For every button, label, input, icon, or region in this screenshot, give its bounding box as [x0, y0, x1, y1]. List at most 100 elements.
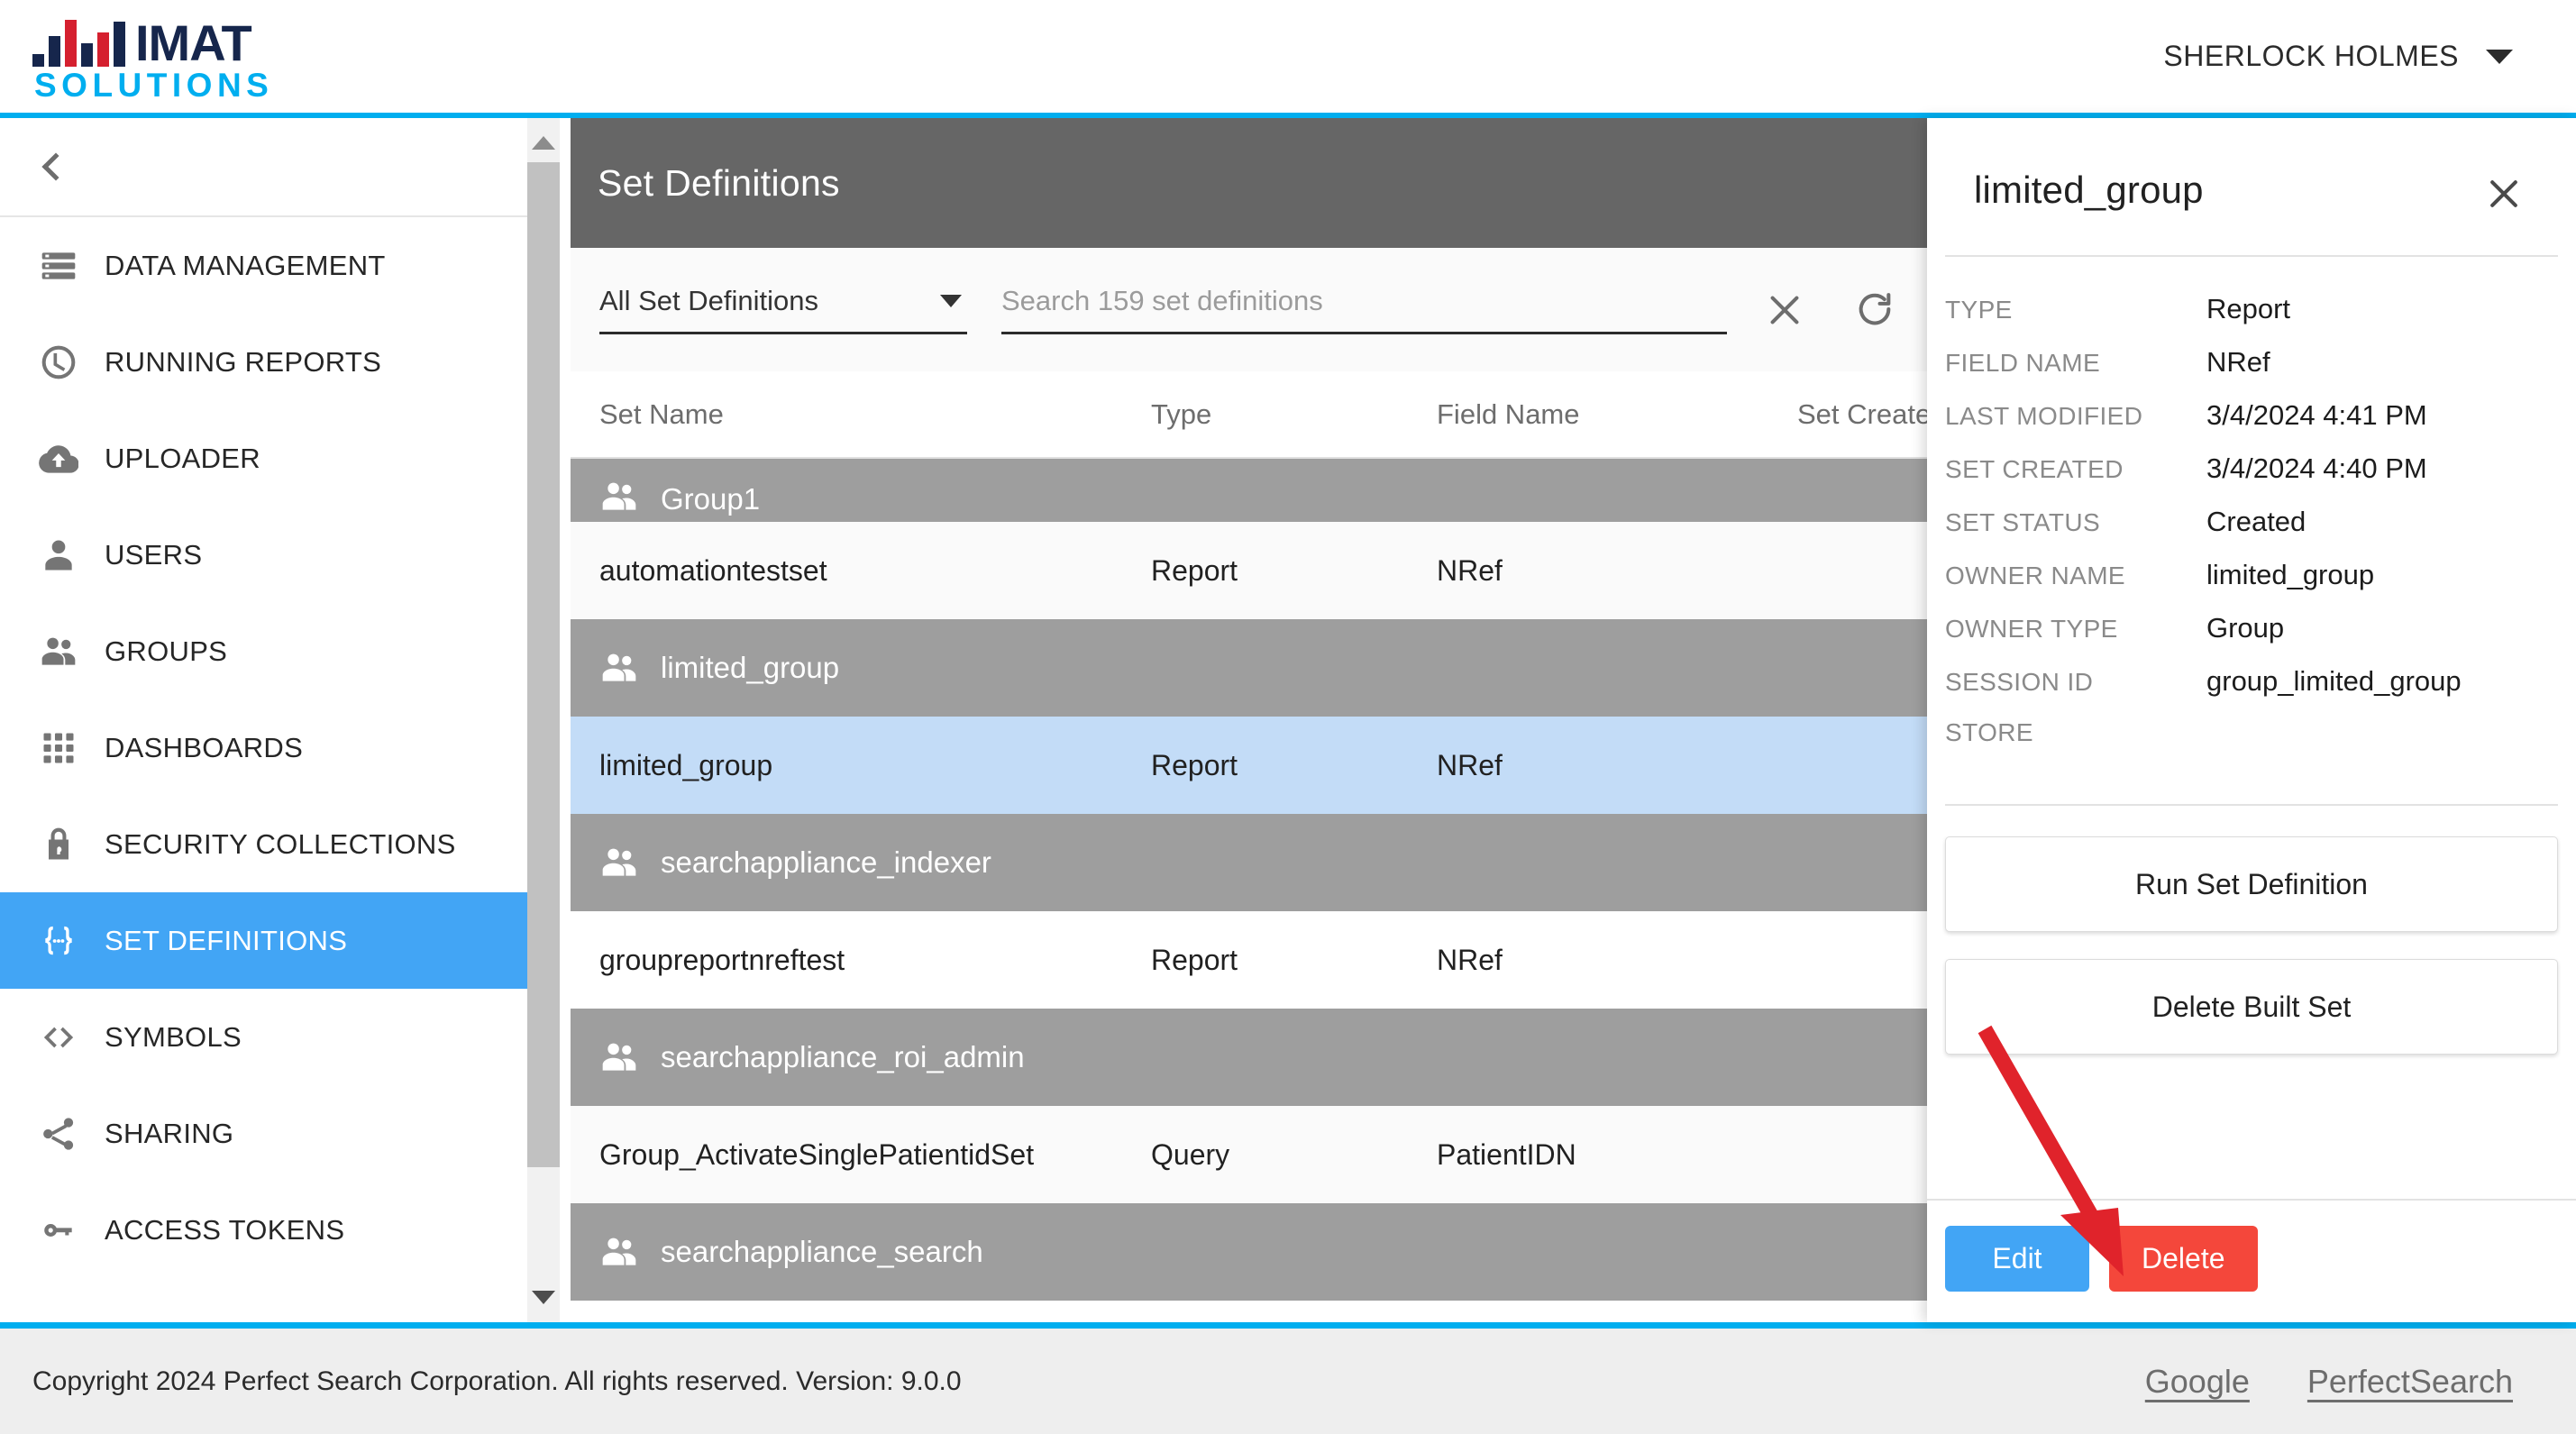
sidebar-item-sharing[interactable]: SHARING — [0, 1085, 571, 1182]
group-row-label: searchappliance_roi_admin — [661, 1040, 1025, 1073]
sidebar-item-uploader[interactable]: UPLOADER — [0, 410, 571, 507]
key-icon — [32, 1204, 85, 1256]
detail-field-owner-type: OWNER TYPE Group — [1945, 612, 2558, 665]
main-content: Set Definitions ? All Set Definitions — [571, 118, 2576, 1322]
sidebar-item-label: SET DEFINITIONS — [105, 924, 348, 956]
column-header-type: Type — [1151, 397, 1212, 430]
sidebar-item-label: GROUPS — [105, 635, 228, 667]
close-x-icon[interactable] — [2479, 169, 2529, 219]
run-set-definition-button[interactable]: Run Set Definition — [1945, 836, 2558, 932]
sidebar-item-access-tokens[interactable]: ACCESS TOKENS — [0, 1182, 571, 1278]
detail-field-value: Report — [2206, 293, 2291, 324]
logo-bars-icon — [32, 11, 130, 67]
sidebar-item-dashboards[interactable]: DASHBOARDS — [0, 699, 571, 796]
search-input[interactable] — [1001, 285, 1727, 317]
footer-link-perfectsearch[interactable]: PerfectSearch — [2307, 1363, 2513, 1401]
group-row-label: searchappliance_indexer — [661, 845, 991, 879]
detail-footer-actions: Edit Delete — [1927, 1199, 2576, 1322]
detail-field-value: Created — [2206, 506, 2307, 537]
set-definition-detail-panel: limited_group TYPE Report FIELD NAME NRe… — [1927, 118, 2576, 1322]
sidebar-scrollbar[interactable] — [527, 118, 560, 1322]
cell-type: Report — [1151, 943, 1238, 976]
sidebar-item-groups[interactable]: GROUPS — [0, 603, 571, 699]
sidebar-item-label: SYMBOLS — [105, 1020, 242, 1053]
share-icon — [32, 1108, 85, 1160]
detail-field-key: FIELD NAME — [1945, 349, 2101, 377]
close-x-icon[interactable] — [1752, 278, 1817, 343]
detail-field-key: OWNER NAME — [1945, 562, 2125, 589]
group-row-label: limited_group — [661, 651, 840, 684]
application-window: IMAT SOLUTIONS SHERLOCK HOLMES DATA MANA… — [0, 0, 2576, 1434]
edit-button[interactable]: Edit — [1945, 1226, 2089, 1292]
page-title: Set Definitions — [598, 161, 840, 204]
detail-field-key: TYPE — [1945, 296, 2013, 324]
footer-link-google[interactable]: Google — [2145, 1363, 2250, 1401]
people-icon — [599, 843, 644, 882]
sidebar-item-running-reports[interactable]: RUNNING REPORTS — [0, 314, 571, 410]
sidebar-item-label: DATA MANAGEMENT — [105, 249, 386, 281]
refresh-icon[interactable] — [1842, 278, 1907, 343]
clock-icon — [32, 336, 85, 388]
person-icon — [32, 529, 85, 581]
sidebar-collapse-button[interactable] — [0, 118, 571, 217]
cell-set-name: automationtestset — [599, 553, 827, 587]
user-menu[interactable]: SHERLOCK HOLMES — [2163, 40, 2513, 73]
detail-action-buttons: Run Set Definition Delete Built Set — [1927, 806, 2576, 1082]
sidebar-item-label: USERS — [105, 538, 203, 571]
scrollbar-thumb[interactable] — [527, 162, 560, 1167]
sidebar-item-label: SECURITY COLLECTIONS — [105, 827, 456, 860]
detail-field-list: TYPE Report FIELD NAME NRef LAST MODIFIE… — [1927, 257, 2576, 772]
cell-set-name: limited_group — [599, 748, 773, 781]
code-brackets-icon — [32, 1011, 85, 1064]
logo-primary-text: IMAT — [135, 14, 252, 72]
detail-spacer — [1927, 1082, 2576, 1199]
cell-set-name: Group_ActivateSinglePatientidSet — [599, 1137, 1035, 1171]
body-area: DATA MANAGEMENT RUNNING REPORTS UPLOADER — [0, 118, 2576, 1322]
people-icon — [32, 626, 85, 678]
detail-field-owner-name: OWNER NAME limited_group — [1945, 559, 2558, 612]
cell-field-name: NRef — [1437, 748, 1503, 781]
delete-built-set-button[interactable]: Delete Built Set — [1945, 959, 2558, 1055]
chevron-down-icon — [2486, 49, 2513, 64]
detail-field-value: 3/4/2024 4:40 PM — [2206, 452, 2427, 484]
group-row-label: searchappliance_search — [661, 1235, 983, 1268]
copyright-text: Copyright 2024 Perfect Search Corporatio… — [32, 1365, 962, 1396]
footer-links: Google PerfectSearch — [2145, 1363, 2513, 1401]
group-row-label: Group1 — [661, 482, 761, 516]
set-definition-filter-select[interactable]: All Set Definitions — [599, 285, 967, 334]
scroll-up-arrow-icon[interactable] — [532, 136, 555, 150]
filter-selected-value: All Set Definitions — [599, 285, 818, 316]
sidebar-item-label: ACCESS TOKENS — [105, 1213, 345, 1246]
sidebar-item-label: DASHBOARDS — [105, 731, 304, 763]
sidebar-item-users[interactable]: USERS — [0, 507, 571, 603]
delete-button[interactable]: Delete — [2109, 1226, 2258, 1292]
search-field-wrapper — [1001, 285, 1727, 334]
sidebar-item-list: DATA MANAGEMENT RUNNING REPORTS UPLOADER — [0, 217, 571, 1322]
cell-field-name: NRef — [1437, 553, 1503, 587]
cell-type: Query — [1151, 1137, 1230, 1171]
detail-field-value: NRef — [2206, 346, 2270, 378]
braces-icon — [32, 915, 85, 967]
detail-panel-title: limited_group — [1974, 169, 2204, 211]
detail-field-value: group_limited_group — [2206, 665, 2462, 697]
sidebar-item-label: RUNNING REPORTS — [105, 345, 382, 378]
people-icon — [599, 1232, 644, 1272]
user-name-label: SHERLOCK HOLMES — [2163, 40, 2459, 72]
sidebar-item-label: UPLOADER — [105, 442, 260, 474]
detail-field-set-created: SET CREATED 3/4/2024 4:40 PM — [1945, 452, 2558, 506]
scroll-down-arrow-icon[interactable] — [532, 1291, 555, 1304]
sidebar-item-set-definitions[interactable]: SET DEFINITIONS — [0, 892, 571, 989]
imat-solutions-logo: IMAT SOLUTIONS — [32, 11, 273, 102]
sidebar-item-data-management[interactable]: DATA MANAGEMENT — [0, 217, 571, 314]
detail-field-key: SET STATUS — [1945, 508, 2101, 536]
detail-field-field-name: FIELD NAME NRef — [1945, 346, 2558, 399]
detail-field-value: Group — [2206, 612, 2285, 644]
detail-field-key: OWNER TYPE — [1945, 615, 2118, 643]
page-footer: Copyright 2024 Perfect Search Corporatio… — [0, 1322, 2576, 1434]
people-icon — [599, 477, 644, 516]
sidebar-navigation: DATA MANAGEMENT RUNNING REPORTS UPLOADER — [0, 118, 571, 1322]
sidebar-item-security-collections[interactable]: SECURITY COLLECTIONS — [0, 796, 571, 892]
sidebar-item-symbols[interactable]: SYMBOLS — [0, 989, 571, 1085]
detail-field-type: TYPE Report — [1945, 293, 2558, 346]
grid-apps-icon — [32, 722, 85, 774]
